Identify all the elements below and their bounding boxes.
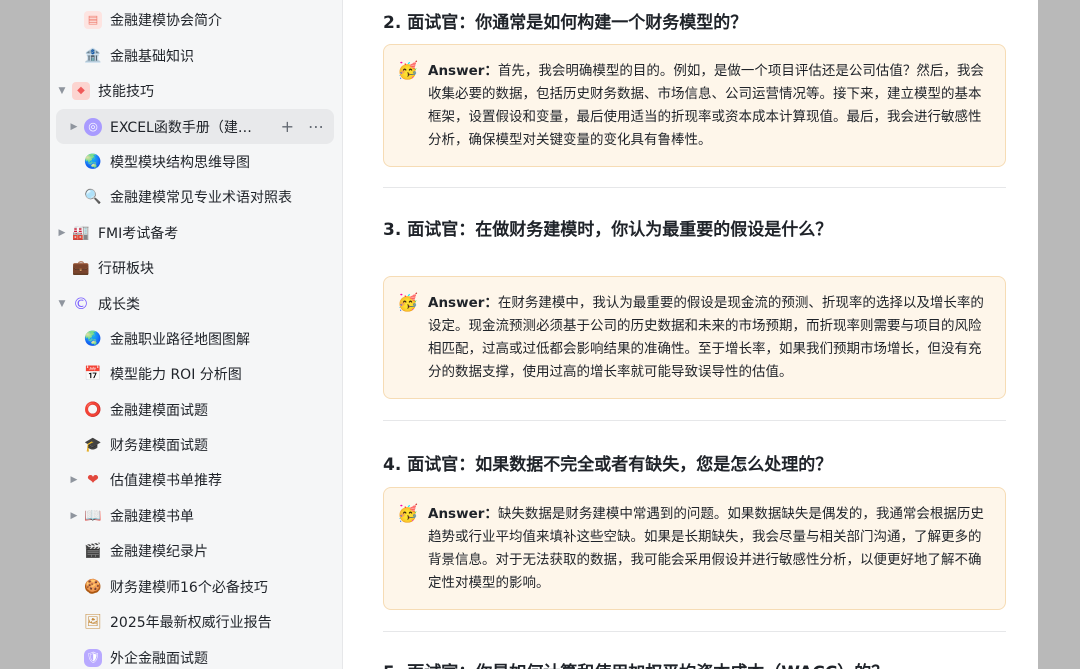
- question-heading: 4. 面试官：如果数据不完全或者有缺失，您是怎么处理的？: [383, 455, 833, 475]
- calendar-icon: 📅: [84, 365, 102, 382]
- graduation-cap-icon: 🎓: [84, 436, 102, 453]
- sidebar-item-label: 2025年最新权威行业报告: [110, 614, 272, 631]
- sidebar-item-valuation-books[interactable]: ▶ ❤ 估值建模书单推荐: [56, 462, 334, 497]
- sidebar-item-career-map[interactable]: 🌏 金融职业路径地图图解: [56, 321, 334, 356]
- sidebar-item-skills[interactable]: ▼ ◆ 技能技巧: [56, 73, 334, 108]
- answer-label: Answer：: [428, 506, 498, 522]
- chevron-right-icon[interactable]: ▶: [68, 511, 80, 521]
- answer-callout: 🥳 Answer：缺失数据是财务建模中常遇到的问题。如果数据缺失是偶发的，我通常…: [383, 487, 1006, 610]
- gallery-icon: 🖼: [84, 613, 102, 630]
- sidebar-tree: ▤ 金融建模协会简介 🏦 金融基础知识 ▼ ◆ 技能技巧 ▶ ◎ EXCEL函数…: [50, 0, 342, 669]
- answer-text: 在财务建模中，我认为最重要的假设是现金流的预测、折现率的选择以及增长率的设定。现…: [428, 295, 984, 380]
- answer-label: Answer：: [428, 295, 498, 311]
- briefcase-icon: 💼: [72, 259, 90, 276]
- sidebar-item-industry-research[interactable]: 💼 行研板块: [56, 250, 334, 285]
- compass-icon: ◎: [84, 117, 102, 136]
- sidebar-item-label: 金融职业路径地图图解: [110, 331, 250, 348]
- sidebar-item-fm-books[interactable]: ▶ 📖 金融建模书单: [56, 498, 334, 533]
- chevron-down-icon[interactable]: ▼: [56, 86, 68, 96]
- sidebar-item-label: EXCEL函数手册（建模...: [110, 119, 260, 136]
- sidebar-item-label: 估值建模书单推荐: [110, 472, 222, 489]
- clapper-icon: 🎬: [84, 542, 102, 559]
- section-divider: [383, 420, 1006, 421]
- chevron-right-icon[interactable]: ▶: [68, 122, 80, 132]
- sidebar-item-industry-report[interactable]: 🖼 2025年最新权威行业报告: [56, 604, 334, 639]
- sidebar-item-financial-interview[interactable]: 🎓 财务建模面试题: [56, 427, 334, 462]
- sidebar-item-roi[interactable]: 📅 模型能力 ROI 分析图: [56, 356, 334, 391]
- copyright-icon: ©: [73, 294, 89, 313]
- globe-icon: 🌏: [84, 153, 102, 170]
- chevron-right-icon[interactable]: ▶: [56, 228, 68, 238]
- building-icon: 🏭: [72, 224, 90, 241]
- answer-callout: 🥳 Answer：在财务建模中，我认为最重要的假设是现金流的预测、折现率的选择以…: [383, 276, 1006, 399]
- sidebar-item-label: 行研板块: [98, 260, 154, 277]
- sidebar-item-label: 技能技巧: [98, 83, 154, 100]
- document-red-icon: ▤: [84, 10, 102, 29]
- sidebar-item-label: 金融建模书单: [110, 508, 194, 525]
- sidebar-item-documentary[interactable]: 🎬 金融建模纪录片: [56, 533, 334, 568]
- skill-icon: ◆: [72, 81, 90, 100]
- question-heading: 2. 面试官：你通常是如何构建一个财务模型的？: [383, 13, 748, 33]
- sidebar-item-label: 成长类: [98, 296, 140, 313]
- question-heading: 5. 面试官：你是如何计算和使用加权平均资本成本（WACC）的？: [383, 658, 888, 669]
- sidebar-item-label: 外企金融面试题: [110, 650, 208, 667]
- sidebar-item-finance-basics[interactable]: 🏦 金融基础知识: [56, 38, 334, 73]
- sidebar-item-label: 金融建模常见专业术语对照表: [110, 189, 292, 206]
- party-face-icon: 🥳: [397, 61, 419, 81]
- sidebar-item-fm-interview[interactable]: ⭕ 金融建模面试题: [56, 392, 334, 427]
- answer-text: 缺失数据是财务建模中常遇到的问题。如果数据缺失是偶发的，我通常会根据历史趋势或行…: [428, 506, 984, 591]
- answer-text: 首先，我会明确模型的目的。例如，是做一个项目评估还是公司估值？然后，我会收集必要…: [428, 63, 984, 148]
- sidebar-item-foreign-interview[interactable]: 🛡 外企金融面试题: [56, 640, 334, 669]
- sidebar-item-label: 模型能力 ROI 分析图: [110, 366, 242, 383]
- party-face-icon: 🥳: [397, 504, 419, 524]
- sidebar-item-fmi-exam[interactable]: ▶ 🏭 FMI考试备考: [56, 215, 334, 250]
- sidebar-item-glossary[interactable]: 🔍 金融建模常见专业术语对照表: [56, 179, 334, 214]
- chevron-right-icon[interactable]: ▶: [68, 475, 80, 485]
- sidebar-item-mindmap[interactable]: 🌏 模型模块结构思维导图: [56, 144, 334, 179]
- section-divider: [383, 187, 1006, 188]
- sidebar-item-label: 金融建模纪录片: [110, 543, 208, 560]
- sidebar-item-growth[interactable]: ▼ © 成长类: [56, 286, 334, 321]
- sidebar-item-16-tips[interactable]: 🍪 财务建模师16个必备技巧: [56, 569, 334, 604]
- app-window: ▤ 金融建模协会简介 🏦 金融基础知识 ▼ ◆ 技能技巧 ▶ ◎ EXCEL函数…: [50, 0, 1038, 669]
- ring-icon: ⭕: [84, 401, 102, 418]
- bank-icon: 🏦: [84, 47, 102, 64]
- sidebar-item-label: 金融建模面试题: [110, 402, 208, 419]
- section-divider: [383, 631, 1006, 632]
- sidebar-item-label: 财务建模面试题: [110, 437, 208, 454]
- document-body: 2. 面试官：你通常是如何构建一个财务模型的？ 🥳 Answer：首先，我会明确…: [343, 0, 1038, 669]
- magnifier-icon: 🔍: [84, 188, 102, 205]
- add-icon[interactable]: +: [281, 117, 294, 136]
- sidebar-item-label: 金融建模协会简介: [110, 12, 222, 29]
- heart-icon: ❤: [87, 471, 99, 488]
- book-icon: 📖: [84, 507, 102, 524]
- chevron-down-icon[interactable]: ▼: [56, 299, 68, 309]
- more-icon[interactable]: ⋯: [308, 117, 324, 136]
- sidebar-item-label: 金融基础知识: [110, 48, 194, 65]
- answer-callout: 🥳 Answer：首先，我会明确模型的目的。例如，是做一个项目评估还是公司估值？…: [383, 44, 1006, 167]
- sidebar-item-excel-manual[interactable]: ▶ ◎ EXCEL函数手册（建模... + ⋯: [56, 109, 334, 144]
- globe-icon: 🌏: [84, 330, 102, 347]
- sidebar-item-fm-association[interactable]: ▤ 金融建模协会简介: [56, 2, 334, 37]
- answer-label: Answer：: [428, 63, 498, 79]
- question-heading: 3. 面试官：在做财务建模时，你认为最重要的假设是什么？: [383, 220, 833, 240]
- party-face-icon: 🥳: [397, 293, 419, 313]
- cookie-icon: 🍪: [84, 578, 102, 595]
- sidebar-item-label: 财务建模师16个必备技巧: [110, 579, 268, 596]
- sidebar-item-label: 模型模块结构思维导图: [110, 154, 250, 171]
- shield-icon: 🛡: [84, 648, 102, 667]
- sidebar-item-label: FMI考试备考: [98, 225, 179, 242]
